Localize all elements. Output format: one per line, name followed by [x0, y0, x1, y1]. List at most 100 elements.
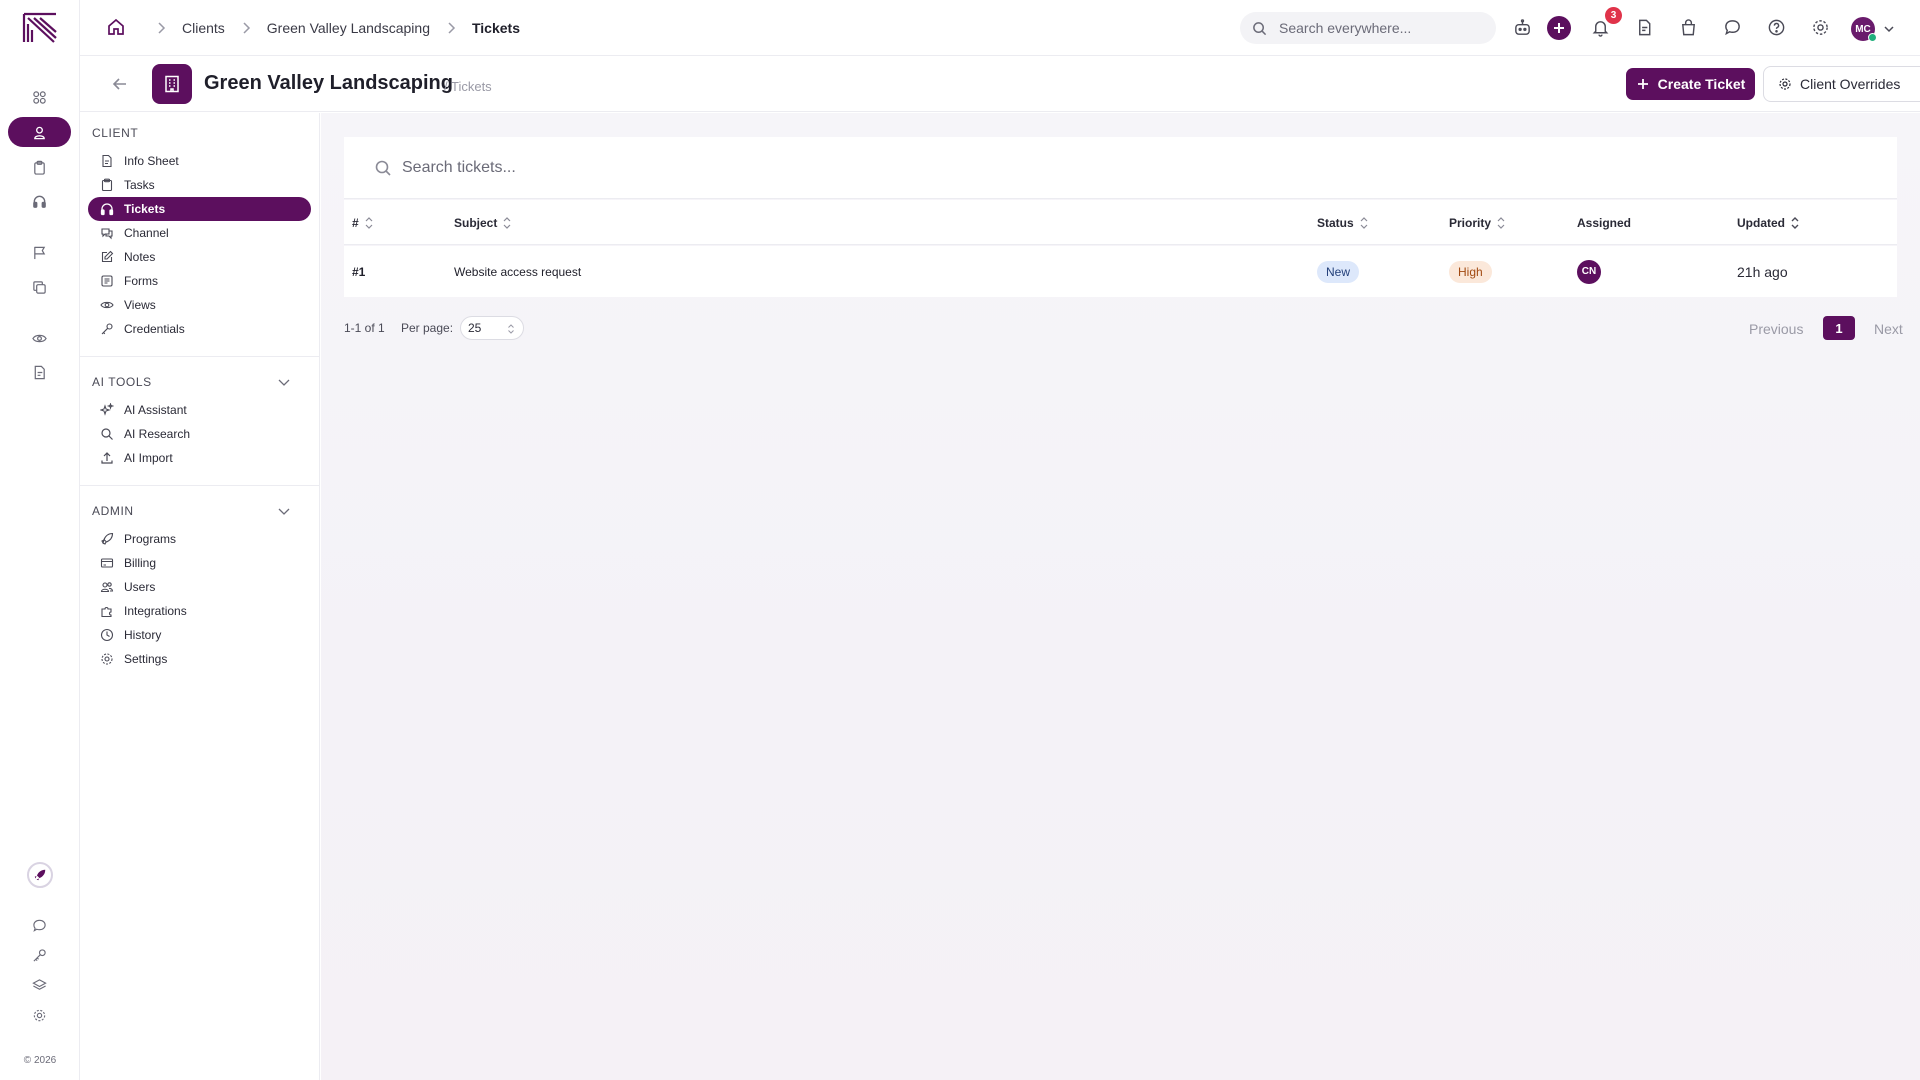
- sidebar-item-label: Views: [124, 298, 156, 312]
- column-header-priority[interactable]: Priority: [1449, 200, 1506, 245]
- add-icon[interactable]: [1547, 16, 1571, 40]
- rail-views-button[interactable]: [8, 323, 71, 353]
- sidebar-item-label: Settings: [124, 652, 168, 666]
- sidebar-item-billing[interactable]: Billing: [88, 551, 311, 575]
- rail-chat-button[interactable]: [8, 910, 71, 940]
- clipboard-icon: [34, 160, 45, 175]
- chevron-right-icon: [158, 22, 166, 34]
- section-title-admin: ADMIN: [92, 504, 134, 518]
- table-header: # Subject Status Priority Assigned Updat…: [344, 200, 1897, 245]
- sidebar-item-notes[interactable]: Notes: [88, 245, 311, 269]
- sidebar-item-label: Channel: [124, 226, 169, 240]
- previous-page-button[interactable]: Previous: [1749, 321, 1803, 337]
- sidebar-item-channel[interactable]: Channel: [88, 221, 311, 245]
- chevron-down-icon[interactable]: [276, 503, 292, 519]
- sidebar-item-integrations[interactable]: Integrations: [88, 599, 311, 623]
- sidebar-item-users[interactable]: Users: [88, 575, 311, 599]
- status-cell: New: [1317, 246, 1360, 297]
- gear-icon: [33, 1009, 46, 1021]
- ticket-number[interactable]: #1: [352, 246, 365, 297]
- sidebar-item-label: Integrations: [124, 604, 187, 618]
- search-icon: [375, 160, 391, 176]
- global-search[interactable]: [1240, 12, 1496, 44]
- rail-copies-button[interactable]: [8, 272, 71, 302]
- chevron-down-icon[interactable]: [1881, 21, 1897, 37]
- eye-icon: [100, 301, 114, 309]
- rail-clients-button[interactable]: [8, 117, 71, 147]
- rocket-icon: [34, 869, 46, 881]
- breadcrumb-clients[interactable]: Clients: [182, 20, 225, 36]
- sidebar-item-settings[interactable]: Settings: [88, 647, 311, 671]
- chevron-down-icon[interactable]: [276, 374, 292, 390]
- sort-icon: [503, 216, 511, 229]
- headset-icon: [100, 203, 114, 216]
- section-title-ai-tools: AI TOOLS: [92, 375, 152, 389]
- rail-documents-button[interactable]: [8, 357, 71, 387]
- rail-support-button[interactable]: [8, 186, 71, 216]
- column-header-updated[interactable]: Updated: [1737, 200, 1800, 245]
- sidebar-item-info-sheet[interactable]: Info Sheet: [88, 149, 311, 173]
- breadcrumb-client[interactable]: Green Valley Landscaping: [267, 20, 430, 36]
- ticket-subject[interactable]: Website access request: [454, 246, 581, 297]
- column-header-assigned: Assigned: [1577, 200, 1631, 245]
- home-icon[interactable]: [106, 17, 126, 37]
- message-icon[interactable]: [1721, 16, 1743, 38]
- rail-settings-button[interactable]: [8, 1000, 71, 1030]
- rail-flags-button[interactable]: [8, 237, 71, 267]
- help-icon[interactable]: [1765, 16, 1787, 38]
- column-label: #: [352, 215, 359, 230]
- rail-launch-button[interactable]: [27, 862, 53, 888]
- chat-bubbles-icon: [101, 228, 113, 240]
- column-label: Priority: [1449, 215, 1492, 230]
- rail-dashboard-button[interactable]: [8, 82, 71, 112]
- settings-icon[interactable]: [1809, 16, 1831, 38]
- sidebar-item-history[interactable]: History: [88, 623, 311, 647]
- sidebar-item-ai-research[interactable]: AI Research: [88, 422, 311, 446]
- client-overrides-button[interactable]: Client Overrides: [1763, 66, 1920, 102]
- key-icon: [33, 948, 46, 962]
- back-arrow-icon[interactable]: [110, 74, 130, 94]
- priority-cell: High: [1449, 246, 1492, 297]
- create-ticket-button[interactable]: Create Ticket: [1626, 68, 1755, 100]
- sidebar-divider: [80, 485, 320, 486]
- sidebar-item-tickets[interactable]: Tickets: [88, 197, 311, 221]
- sidebar-item-label: AI Research: [124, 427, 191, 441]
- sidebar-item-forms[interactable]: Forms: [88, 269, 311, 293]
- sidebar-item-views[interactable]: Views: [88, 293, 311, 317]
- column-header-status[interactable]: Status: [1317, 200, 1369, 245]
- sidebar-item-label: Info Sheet: [124, 154, 179, 168]
- column-header-number[interactable]: #: [352, 200, 374, 245]
- brand-logo[interactable]: [22, 12, 58, 44]
- per-page-label: Per page:: [401, 321, 454, 335]
- column-label: Subject: [454, 215, 498, 230]
- ticket-updated: 21h ago: [1737, 263, 1788, 280]
- per-page-select[interactable]: 25: [460, 316, 524, 340]
- sidebar-item-ai-import[interactable]: AI Import: [88, 446, 311, 470]
- sidebar-item-ai-assistant[interactable]: AI Assistant: [88, 398, 311, 422]
- ticket-search[interactable]: [344, 137, 1897, 199]
- page-1-button[interactable]: 1: [1823, 316, 1855, 340]
- sidebar-item-label: AI Import: [124, 451, 173, 465]
- global-search-input[interactable]: [1279, 20, 1479, 36]
- rail-tasks-button[interactable]: [8, 152, 71, 182]
- bag-icon[interactable]: [1677, 16, 1699, 38]
- column-header-subject[interactable]: Subject: [454, 200, 512, 245]
- rail-keys-button[interactable]: [8, 940, 71, 970]
- sidebar-item-tasks[interactable]: Tasks: [88, 173, 311, 197]
- robot-icon[interactable]: [1511, 16, 1533, 38]
- ticket-search-input[interactable]: [402, 158, 1002, 177]
- sort-icon: [365, 216, 373, 229]
- page-header: Green Valley Landscaping / Tickets Creat…: [80, 56, 1920, 112]
- next-page-button[interactable]: Next: [1874, 321, 1903, 337]
- table-row[interactable]: #1 Website access request New High CN 21…: [344, 246, 1897, 297]
- clock-icon: [100, 628, 114, 642]
- file-icon[interactable]: [1633, 16, 1655, 38]
- assignee-avatar[interactable]: CN: [1577, 259, 1601, 284]
- rail-layers-button[interactable]: [8, 970, 71, 1000]
- sidebar-item-credentials[interactable]: Credentials: [88, 317, 311, 341]
- search-icon: [101, 428, 113, 440]
- column-label: Assigned: [1577, 215, 1632, 230]
- sidebar-item-programs[interactable]: Programs: [88, 527, 311, 551]
- key-icon: [101, 323, 113, 335]
- section-title-client: CLIENT: [92, 126, 139, 140]
